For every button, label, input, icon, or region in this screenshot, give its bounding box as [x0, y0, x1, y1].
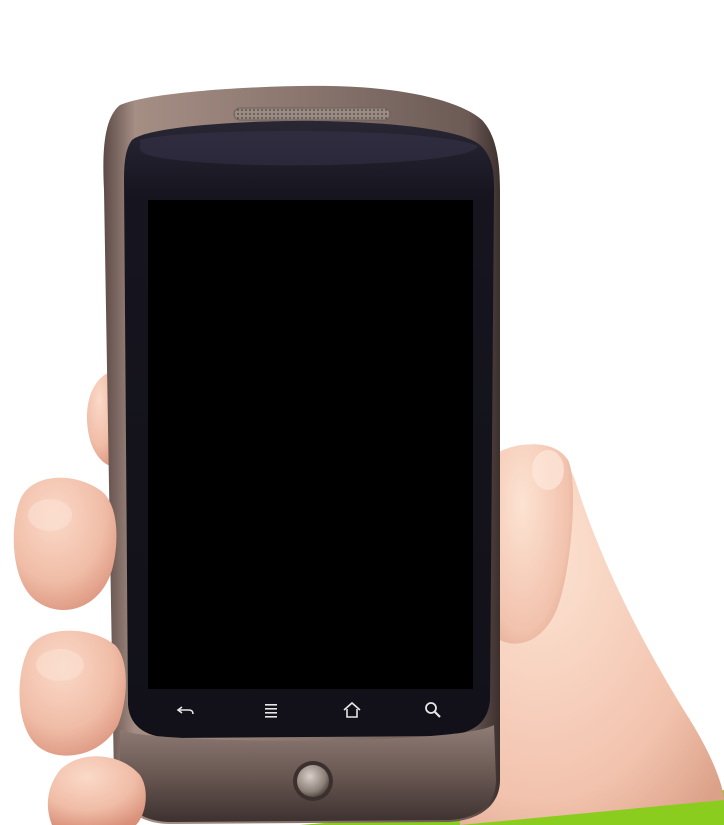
back-button[interactable]	[166, 690, 206, 730]
earpiece-grill	[233, 107, 391, 121]
home-icon	[343, 701, 361, 718]
photo-scene	[0, 0, 724, 825]
left-finger-1	[13, 477, 117, 610]
trackball-button[interactable]	[294, 763, 330, 799]
search-icon	[425, 702, 441, 718]
home-button[interactable]	[332, 690, 372, 730]
menu-icon	[265, 704, 277, 718]
search-button[interactable]	[413, 690, 453, 730]
left-finger-2	[19, 630, 126, 756]
phone-screen[interactable]	[148, 200, 473, 689]
softkey-bar	[140, 690, 476, 730]
back-icon	[176, 706, 194, 715]
menu-button[interactable]	[251, 690, 291, 730]
